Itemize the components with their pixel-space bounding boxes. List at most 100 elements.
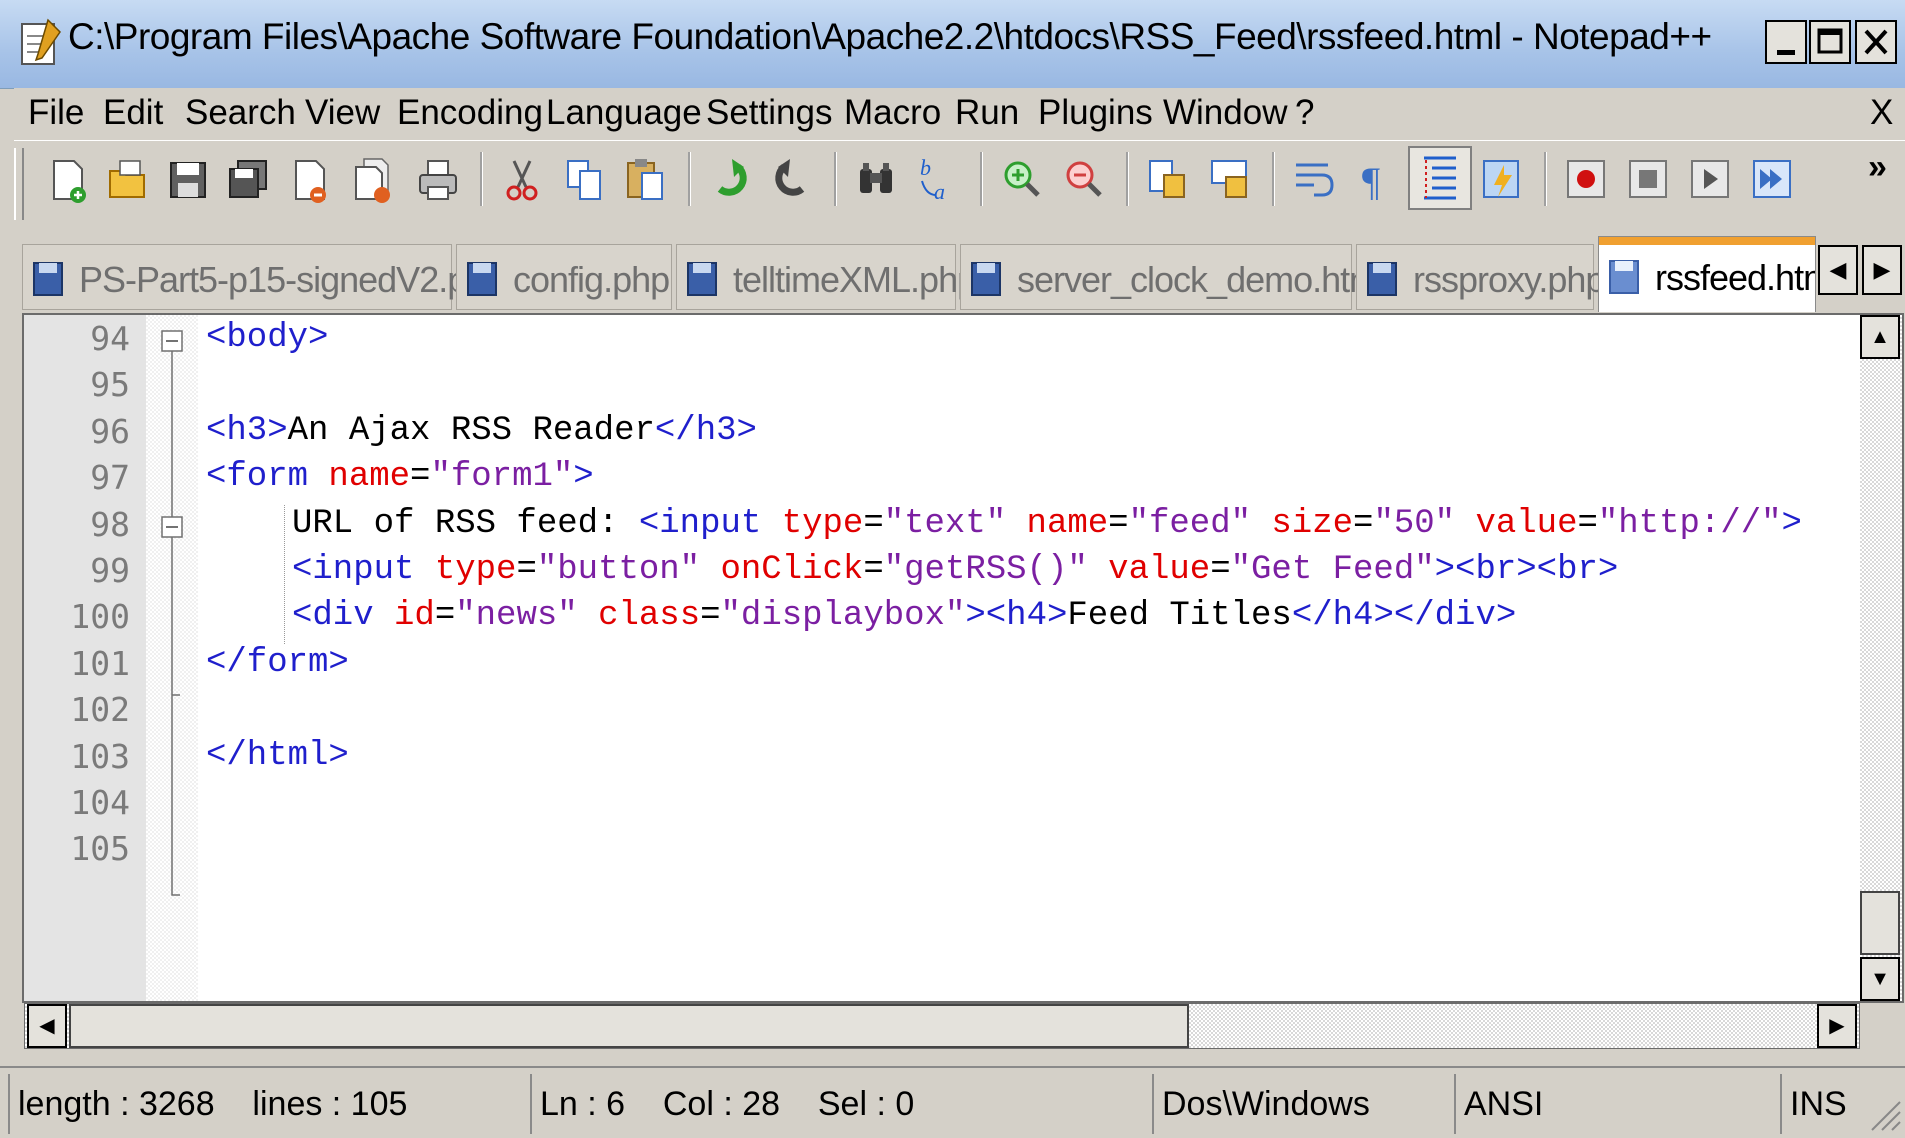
- horizontal-scroll-thumb[interactable]: [69, 1004, 1189, 1048]
- menu-encoding[interactable]: Encoding: [397, 88, 543, 138]
- menu-language[interactable]: Language: [546, 88, 702, 138]
- close-icon: [1864, 29, 1888, 55]
- code-token: "Get Feed": [1230, 551, 1435, 589]
- line-number: 103: [70, 736, 130, 776]
- cut-icon[interactable]: [500, 155, 544, 205]
- close-all-icon[interactable]: [350, 155, 394, 205]
- menu-help[interactable]: ?: [1295, 88, 1314, 138]
- run-macro-multiple-icon[interactable]: [1750, 155, 1794, 205]
- horizontal-scrollbar[interactable]: ◀ ▶: [24, 1003, 1860, 1049]
- code-token: "news": [455, 597, 599, 636]
- line-number: 99: [90, 551, 130, 590]
- close-file-icon[interactable]: [288, 155, 332, 205]
- tab-ps-part5[interactable]: PS-Part5-p15-signedV2.ps1: [22, 244, 503, 310]
- menu-settings[interactable]: Settings: [706, 88, 832, 138]
- redo-icon[interactable]: [770, 155, 814, 205]
- toolbar-separator: [1272, 152, 1275, 206]
- status-length: length : 3268: [18, 1085, 215, 1123]
- file-saved-icon: [1367, 262, 1397, 296]
- menu-view[interactable]: View: [305, 88, 380, 138]
- print-icon[interactable]: [416, 155, 460, 205]
- menu-plugins[interactable]: Plugins: [1038, 88, 1153, 138]
- tab-rssfeed-html[interactable]: rssfeed.html: [1598, 236, 1816, 312]
- toolbar-overflow-button[interactable]: »: [1868, 148, 1887, 187]
- code-token: name: [328, 458, 411, 497]
- vertical-scroll-thumb[interactable]: [1860, 891, 1900, 955]
- sync-horizontal-icon[interactable]: [1208, 155, 1252, 205]
- file-saved-icon: [971, 262, 1001, 296]
- replace-icon[interactable]: ba: [916, 155, 960, 205]
- save-all-icon[interactable]: [226, 155, 270, 205]
- stop-macro-icon[interactable]: [1626, 155, 1670, 205]
- scroll-up-button[interactable]: ▲: [1860, 315, 1900, 359]
- tab-label: telltimeXML.php: [733, 259, 977, 300]
- close-document-button[interactable]: X: [1870, 88, 1893, 138]
- resize-grip-icon[interactable]: [1866, 1096, 1902, 1132]
- tab-scroll-right-button[interactable]: ▶: [1862, 245, 1902, 295]
- menu-macro[interactable]: Macro: [844, 88, 941, 138]
- tab-server-clock-demo[interactable]: server_clock_demo.html: [960, 244, 1386, 310]
- tab-config-php[interactable]: config.php: [456, 244, 672, 310]
- menu-edit[interactable]: Edit: [103, 88, 163, 138]
- code-token: <form: [206, 458, 329, 497]
- scroll-right-button[interactable]: ▶: [1817, 1004, 1857, 1048]
- svg-text:a: a: [934, 179, 945, 204]
- code-token: >: [1781, 504, 1802, 543]
- new-file-icon[interactable]: [46, 155, 90, 205]
- sync-vertical-icon[interactable]: [1146, 155, 1190, 205]
- open-file-icon[interactable]: [106, 155, 150, 205]
- show-all-chars-icon[interactable]: ¶: [1354, 155, 1398, 205]
- code-token: class: [598, 597, 701, 636]
- file-saved-icon: [33, 262, 63, 296]
- minimize-button[interactable]: [1765, 20, 1807, 64]
- code-token: value: [1108, 551, 1211, 589]
- indent-guide-icon: [1424, 156, 1456, 200]
- save-icon[interactable]: [166, 155, 210, 205]
- copy-icon[interactable]: [562, 155, 606, 205]
- menu-window[interactable]: Window: [1163, 88, 1287, 138]
- menu-run[interactable]: Run: [955, 88, 1019, 138]
- user-lang-icon[interactable]: [1480, 155, 1524, 205]
- code-token: id: [394, 597, 435, 636]
- code-editor[interactable]: 94 95 96 97 98 99 100 101 102 103 104 105 <body> <h3…: [22, 313, 1904, 1003]
- triangle-left-icon: ◀: [1829, 257, 1847, 282]
- code-token: =: [516, 551, 537, 589]
- paste-icon[interactable]: [624, 155, 668, 205]
- tab-label: server_clock_demo.html: [1017, 259, 1386, 300]
- code-token: =: [863, 551, 884, 589]
- menu-file[interactable]: File: [28, 88, 84, 138]
- play-macro-icon[interactable]: [1688, 155, 1732, 205]
- scroll-left-button[interactable]: ◀: [27, 1004, 67, 1048]
- scroll-down-button[interactable]: ▼: [1860, 957, 1900, 1001]
- menu-search[interactable]: Search: [185, 88, 296, 138]
- indent-guide-toggle[interactable]: [1408, 146, 1472, 210]
- tab-scroll-left-button[interactable]: ◀: [1818, 245, 1858, 295]
- status-sel: Sel : 0: [817, 1085, 915, 1123]
- line-number: 95: [90, 365, 130, 405]
- maximize-button[interactable]: [1809, 20, 1851, 64]
- status-encoding[interactable]: ANSI: [1454, 1074, 1778, 1134]
- toolbar-grip[interactable]: [14, 148, 24, 220]
- tab-telltimexml-php[interactable]: telltimeXML.php: [676, 244, 977, 310]
- indent-guide: [284, 504, 285, 644]
- zoom-in-icon[interactable]: [1000, 155, 1044, 205]
- toolbar-separator: [480, 152, 483, 206]
- triangle-down-icon: ▼: [1870, 968, 1890, 990]
- undo-icon[interactable]: [708, 155, 752, 205]
- file-saved-icon: [1609, 260, 1639, 294]
- vertical-scrollbar[interactable]: ▲ ▼: [1860, 315, 1902, 1001]
- zoom-out-icon[interactable]: [1062, 155, 1106, 205]
- code-token: >: [573, 458, 594, 497]
- code-token: "http://": [1597, 504, 1782, 543]
- close-button[interactable]: [1855, 20, 1897, 64]
- record-macro-icon[interactable]: [1564, 155, 1608, 205]
- code-line: <div id="news" class="displaybox"><h4>Fe…: [292, 597, 1516, 635]
- word-wrap-icon[interactable]: [1292, 155, 1336, 205]
- minimize-icon: [1777, 50, 1795, 55]
- code-token: value: [1475, 504, 1578, 543]
- find-icon[interactable]: [854, 155, 898, 205]
- code-token: =: [863, 504, 884, 543]
- tab-rssproxy-php[interactable]: rssproxy.php: [1356, 244, 1605, 310]
- code-token: onClick: [720, 551, 864, 589]
- status-eol[interactable]: Dos\Windows: [1152, 1074, 1452, 1134]
